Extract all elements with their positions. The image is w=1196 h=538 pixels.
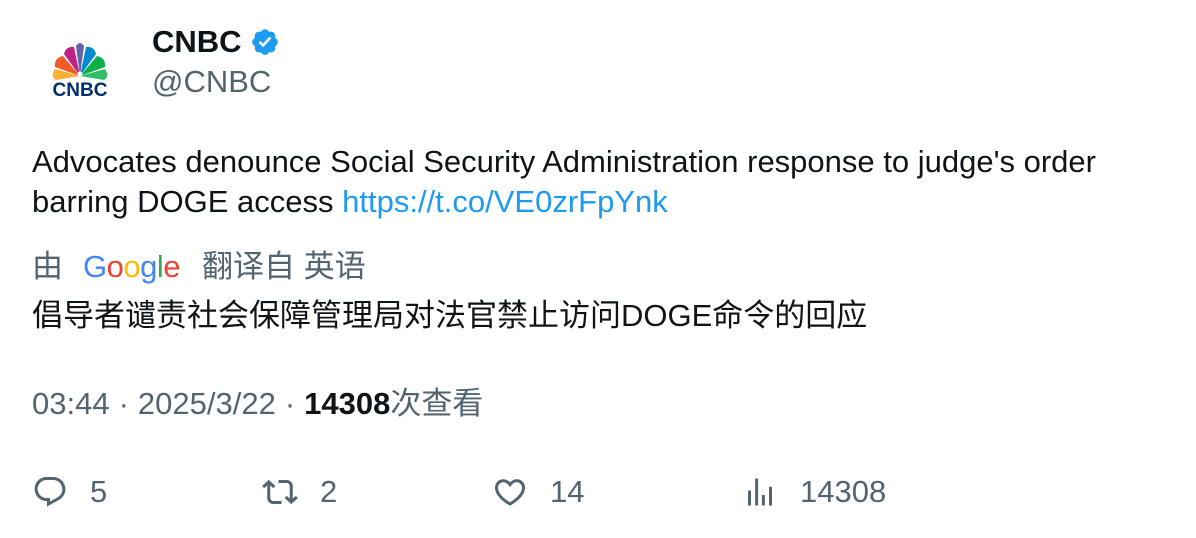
tweet-text: Advocates denounce Social Security Admin…	[32, 142, 1162, 222]
google-logo: Google	[83, 249, 181, 284]
like-count: 14	[550, 474, 585, 509]
translated-text: 倡导者谴责社会保障管理局对法官禁止访问DOGE命令的回应	[32, 298, 868, 333]
reply-count: 5	[90, 474, 108, 509]
translation-suffix: 翻译自 英语	[202, 249, 366, 284]
retweet-count: 2	[320, 474, 338, 509]
views-count: 14308	[800, 474, 887, 509]
views-button[interactable]: 14308	[742, 470, 886, 514]
tweet-meta: 03:44 · 2025/3/22 · 14308 次查看	[32, 384, 483, 424]
name-row: CNBC	[152, 22, 280, 62]
tweet-date[interactable]: 2025/3/22	[138, 384, 276, 424]
like-button[interactable]: 14	[492, 470, 584, 514]
translation-attribution: 由 Google 翻译自 英语	[32, 246, 366, 288]
cnbc-logo: CNBC	[53, 43, 108, 101]
display-name[interactable]: CNBC	[152, 22, 242, 62]
verified-badge-icon[interactable]	[250, 27, 280, 57]
action-bar: 5 2 14 14308	[0, 470, 1196, 514]
analytics-icon	[748, 478, 772, 506]
meta-separator: ·	[284, 386, 296, 421]
avatar[interactable]: CNBC	[32, 26, 128, 122]
tweet-time[interactable]: 03:44	[32, 384, 110, 424]
account-handle[interactable]: @CNBC	[152, 62, 271, 102]
retweet-button[interactable]: 2	[262, 470, 337, 514]
retweet-icon	[262, 479, 298, 505]
reply-icon	[34, 477, 66, 507]
translation-prefix: 由	[32, 249, 63, 284]
reply-button[interactable]: 5	[32, 470, 107, 514]
view-count: 14308	[304, 386, 391, 421]
tweet-link[interactable]: https://t.co/VE0zrFpYnk	[342, 184, 668, 219]
view-count-label: 次查看	[390, 386, 484, 421]
logo-text: CNBC	[53, 80, 108, 101]
heart-icon	[494, 479, 526, 506]
meta-separator: ·	[118, 386, 129, 421]
